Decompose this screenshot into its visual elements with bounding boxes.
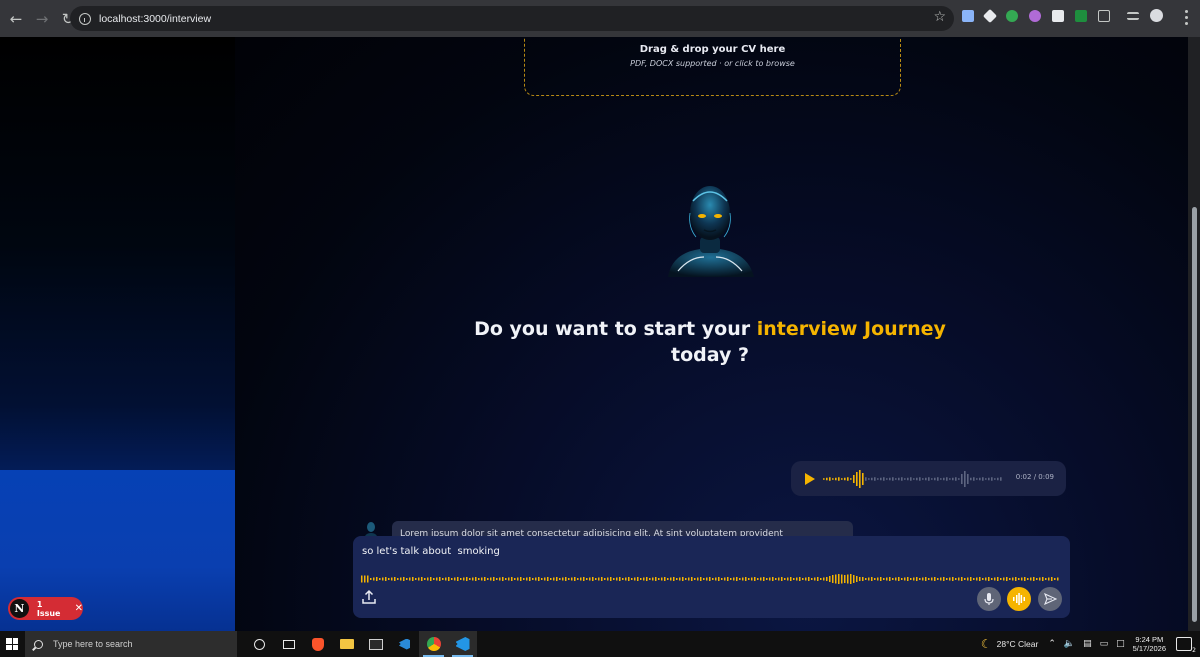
send-button[interactable] [1038, 587, 1062, 611]
mic-icon [984, 593, 994, 605]
notification-count: 2 [1192, 647, 1196, 654]
nextjs-logo-icon: N [10, 599, 29, 618]
taskbar-apps [245, 631, 477, 657]
headline-part2: today ? [671, 344, 749, 366]
vscode-icon[interactable] [448, 631, 477, 657]
dropzone-title: Drag & drop your CV here [639, 44, 786, 55]
profile-avatar-icon[interactable] [1150, 9, 1163, 22]
extension-eyedropper-icon[interactable] [982, 8, 998, 23]
extension-green-icon[interactable] [1075, 9, 1087, 22]
issue-count-label[interactable]: 1 Issue [37, 600, 69, 618]
search-icon [34, 639, 43, 649]
scrollbar-thumb[interactable] [1192, 207, 1197, 622]
voice-mode-button[interactable] [1007, 587, 1031, 611]
dropzone-subtitle: PDF, DOCX supported · or click to browse [630, 59, 795, 68]
clock-date: 5/17/2026 [1132, 644, 1166, 653]
battery-icon[interactable]: ▭ [1100, 639, 1109, 649]
system-tray: ☾ 28°C Clear ⌃ 🔈 ▤ ▭ □ 9:24 PM 5/17/2026… [981, 631, 1200, 657]
bookmark-star-icon[interactable]: ☆ [933, 9, 946, 25]
task-view-icon[interactable] [274, 631, 303, 657]
message-input[interactable] [362, 546, 962, 557]
audio-time: 0:02 / 0:09 [1015, 473, 1054, 481]
chevron-up-icon[interactable]: ⌃ [1048, 639, 1056, 649]
send-icon [1043, 593, 1057, 605]
page-viewport: Drag & drop your CV here PDF, DOCX suppo… [0, 37, 1188, 631]
extensions-puzzle-icon[interactable] [1098, 9, 1110, 22]
taskbar-search-placeholder: Type here to search [53, 639, 133, 649]
address-bar[interactable]: localhost:3000/interview ☆ [70, 6, 954, 31]
volume-icon[interactable]: 🔈 [1064, 639, 1075, 649]
reading-list-icon[interactable] [1127, 11, 1139, 20]
bot-message-bubble: Lorem ipsum dolor sit amet consectetur a… [392, 521, 853, 537]
site-info-icon[interactable] [79, 12, 91, 25]
terminal-icon[interactable] [361, 631, 390, 657]
cortana-icon[interactable] [245, 631, 274, 657]
extensions-bar [962, 8, 1174, 23]
browser-toolbar: ← → ↻ localhost:3000/interview ☆ [0, 0, 1200, 37]
language-icon[interactable]: □ [1116, 639, 1125, 649]
extension-docs-icon[interactable] [962, 9, 974, 22]
cv-dropzone[interactable]: Drag & drop your CV here PDF, DOCX suppo… [524, 37, 901, 96]
file-explorer-icon[interactable] [332, 631, 361, 657]
headline-part1: Do you want to start your [474, 318, 757, 340]
extension-image-icon[interactable] [1052, 9, 1064, 22]
vscode-secondary-icon[interactable] [390, 631, 419, 657]
forward-icon[interactable]: → [30, 7, 54, 31]
hero-headline: Do you want to start your interview Jour… [415, 316, 1005, 368]
dev-issue-badge[interactable]: N 1 Issue ✕ [8, 597, 83, 620]
audio-waveform[interactable] [823, 467, 1003, 491]
taskbar-search[interactable]: Type here to search [25, 631, 237, 657]
play-icon[interactable] [805, 473, 815, 485]
extension-purple-icon[interactable] [1029, 9, 1041, 22]
windows-taskbar: Type here to search ☾ 28°C Clear ⌃ 🔈 ▤ ▭… [0, 631, 1200, 657]
back-icon[interactable]: ← [4, 7, 28, 31]
browser-menu-icon[interactable] [1185, 10, 1188, 25]
close-icon[interactable]: ✕ [75, 603, 83, 614]
soundwave-icon [1013, 593, 1025, 605]
headline-accent: interview Journey [756, 318, 946, 340]
mic-button[interactable] [977, 587, 1001, 611]
moon-weather-icon[interactable]: ☾ [981, 637, 992, 651]
main-area: Drag & drop your CV here PDF, DOCX suppo… [235, 37, 1188, 631]
extension-shield-icon[interactable] [1006, 9, 1018, 22]
upload-icon[interactable] [361, 589, 377, 605]
recording-waveform [361, 574, 1059, 584]
audio-message-player: 0:02 / 0:09 [791, 461, 1066, 496]
windows-start-icon[interactable] [6, 638, 18, 650]
page-scrollbar[interactable] [1188, 37, 1200, 631]
url-text[interactable]: localhost:3000/interview [99, 13, 211, 25]
weather-readout[interactable]: 28°C Clear [997, 639, 1039, 649]
chrome-icon[interactable] [419, 631, 448, 657]
network-icon[interactable]: ▤ [1083, 639, 1092, 649]
brave-browser-icon[interactable] [303, 631, 332, 657]
clock-time: 9:24 PM [1135, 635, 1164, 644]
left-panel [0, 37, 235, 631]
notification-center-icon[interactable]: 2 [1176, 637, 1196, 654]
ai-interviewer-avatar [668, 186, 754, 277]
message-composer [353, 536, 1070, 618]
taskbar-clock[interactable]: 9:24 PM 5/17/2026 [1133, 635, 1166, 653]
